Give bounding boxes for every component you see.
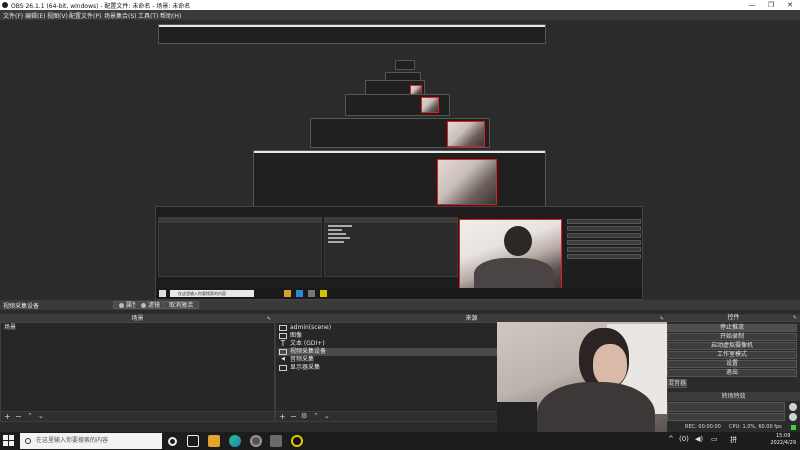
controls-panel-title: 控件 [727, 314, 740, 321]
nested-taskbar: 在这里输入你要搜索的内容 [156, 288, 642, 299]
rec-status: REC: 00:00:00 [685, 424, 721, 430]
selected-source-label: 视频采集设备 [3, 303, 40, 310]
cortana-icon[interactable] [168, 437, 177, 446]
stop-streaming-button[interactable]: 停止推流 [667, 324, 797, 332]
menu-file[interactable]: 文件(F) [3, 11, 23, 20]
task-view-icon[interactable] [187, 435, 199, 447]
add-transition-icon[interactable] [789, 403, 797, 411]
nested-controls-panel [565, 217, 643, 277]
menu-help[interactable]: 帮助(H) [160, 11, 181, 20]
text-icon: T [280, 339, 286, 348]
taskbar-search-box[interactable]: 在这里输入你要搜索的内容 [20, 433, 162, 449]
menu-edit[interactable]: 编辑(E) [25, 11, 45, 20]
nested-capture-tier-2 [253, 150, 546, 212]
menu-profile[interactable]: 配置文件(P) [69, 11, 101, 20]
search-icon [25, 438, 31, 444]
menu-view[interactable]: 视图(V) [47, 11, 68, 20]
menu-bar: 文件(F) 编辑(E) 视图(V) 配置文件(P) 场景集合(S) 工具(T) … [0, 10, 800, 20]
windows-start-icon[interactable] [3, 435, 15, 447]
undock-icon[interactable]: ✎ [793, 315, 797, 321]
network-icon[interactable]: (0) [679, 435, 689, 443]
preview-canvas[interactable]: 在这里输入你要搜索的内容 [0, 20, 800, 300]
studio-mode-button[interactable]: 工作室模式 [667, 351, 797, 359]
app-window-icon[interactable] [270, 435, 282, 447]
scenes-panel: 场景 ✎ 场景 + − ⌃ ⌄ [0, 314, 275, 422]
settings-button[interactable]: 设置 [667, 360, 797, 368]
windows-taskbar: 在这里输入你要搜索的内容 ^ (0) ◀) ▭ 拼 15:09 2022/4/2… [0, 432, 800, 450]
scenes-panel-title: 场景 [131, 315, 144, 322]
nested-webcam-preview [459, 219, 562, 298]
filter-icon [141, 303, 146, 308]
tray-chevron-icon[interactable]: ^ [668, 435, 674, 443]
move-up-icon[interactable]: ⌃ [313, 412, 319, 421]
transition-duration-field[interactable] [667, 413, 785, 421]
move-down-icon[interactable]: ⌄ [324, 412, 330, 421]
app-yellow-icon[interactable] [291, 435, 303, 447]
add-source-icon[interactable]: + [279, 412, 286, 421]
status-bar: REC: 00:00:00 CPU: 1.0%, 60.00 fps [667, 422, 800, 432]
obs-taskbar-icon[interactable] [250, 435, 262, 447]
remove-scene-icon[interactable]: − [15, 412, 22, 421]
scenes-panel-header: 场景 ✎ [1, 315, 274, 323]
nested-search-box: 在这里输入你要搜索的内容 [170, 290, 254, 297]
ime-indicator[interactable]: 拼 [730, 435, 737, 445]
start-virtual-camera-button[interactable]: 启动虚拟摄像机 [667, 342, 797, 350]
file-explorer-icon[interactable] [208, 435, 220, 447]
source-toolbar: 视频采集设备 属性 滤镜 取消激活 [0, 300, 800, 310]
stream-health-indicator [791, 425, 796, 430]
gear-icon [119, 303, 124, 308]
speaker-icon: ◀ [281, 356, 285, 362]
edge-browser-icon[interactable] [229, 435, 241, 447]
nested-obs-window: 在这里输入你要搜索的内容 [155, 206, 643, 300]
transition-properties-gear-icon[interactable] [789, 413, 797, 421]
window-titlebar: OBS 26.1.1 (64-bit, windows) - 配置文件: 未命名… [0, 0, 800, 10]
obs-logo-icon [2, 2, 8, 8]
window-title: OBS 26.1.1 (64-bit, windows) - 配置文件: 未命名… [11, 3, 191, 10]
source-properties-gear-icon[interactable]: ⚙ [301, 412, 307, 421]
exit-button[interactable]: 退出 [667, 369, 797, 377]
camera-icon [279, 349, 287, 355]
maximize-button[interactable]: ❐ [762, 0, 780, 10]
battery-icon[interactable]: ▭ [711, 435, 718, 443]
nested-scenes-panel [158, 217, 322, 277]
clock[interactable]: 15:09 2022/4/29 [770, 433, 796, 447]
menu-tools[interactable]: 工具(T) [138, 11, 158, 20]
nested-capture-tier-6 [395, 60, 415, 70]
minimize-button[interactable]: — [743, 0, 761, 10]
move-down-icon[interactable]: ⌄ [38, 412, 44, 421]
nested-sources-panel [324, 217, 458, 277]
menu-scene-collection[interactable]: 场景集合(S) [104, 11, 137, 20]
move-up-icon[interactable]: ⌃ [27, 412, 33, 421]
scene-item[interactable]: 场景 [2, 324, 273, 332]
window-capture-icon [279, 325, 287, 331]
nested-capture-tier-2b [310, 118, 490, 148]
start-recording-button[interactable]: 开始录制 [667, 333, 797, 341]
monitor-icon [279, 365, 287, 371]
nested-capture-tier-3 [345, 94, 450, 116]
mixer-tab[interactable]: 混音器 [667, 379, 687, 388]
volume-icon[interactable]: ◀) [695, 435, 703, 443]
undock-icon[interactable]: ✎ [267, 316, 271, 322]
transition-select[interactable] [667, 402, 785, 412]
controls-panel-header: 控件 ✎ [667, 314, 800, 322]
close-button[interactable]: ✕ [781, 0, 799, 10]
add-scene-icon[interactable]: + [4, 412, 11, 421]
filters-button[interactable]: 滤镜 [135, 301, 167, 309]
webcam-overlay [497, 322, 667, 450]
deactivate-button[interactable]: 取消激活 [163, 301, 200, 309]
remove-source-icon[interactable]: − [290, 412, 297, 421]
clock-time: 15:09 [775, 433, 791, 439]
cpu-status: CPU: 1.0%, 60.00 fps [729, 424, 782, 430]
scenes-toolbar: + − ⌃ ⌄ [1, 411, 274, 421]
transitions-panel-title: 转场特效 [667, 392, 800, 401]
nested-capture-tier-1 [158, 24, 546, 44]
clock-date: 2022/4/29 [770, 440, 796, 446]
